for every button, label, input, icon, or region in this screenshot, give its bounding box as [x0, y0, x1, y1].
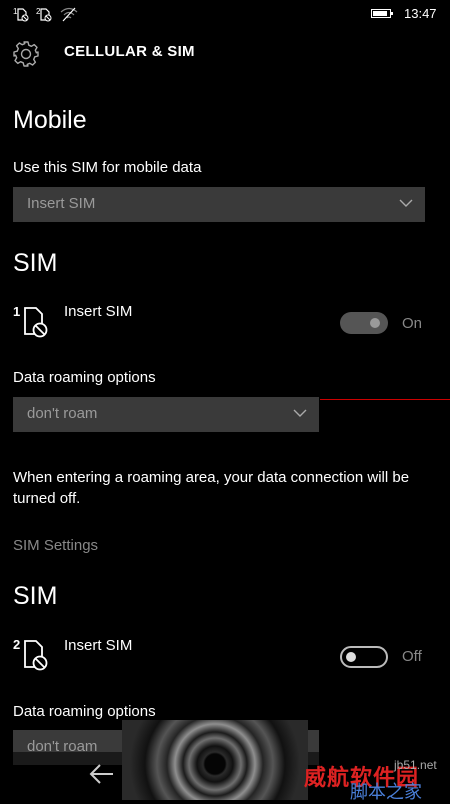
- wifi-no-signal-icon: [60, 7, 78, 22]
- data-sim-label: Use this SIM for mobile data: [13, 159, 202, 176]
- sim-2-no-signal-icon: 2: [36, 7, 52, 22]
- back-arrow-icon[interactable]: [88, 762, 116, 786]
- camera-lens-overlay-image: [122, 720, 308, 800]
- sim-1-no-signal-icon: 1: [13, 7, 29, 22]
- sim1-slot-number: 1: [13, 304, 21, 319]
- sim1-roaming-label: Data roaming options: [13, 369, 156, 386]
- chevron-down-icon: [293, 409, 307, 417]
- sim1-name: Insert SIM: [64, 303, 133, 320]
- sim1-toggle-label: On: [402, 315, 423, 332]
- battery-level: [373, 11, 387, 16]
- mobile-heading: Mobile: [13, 106, 87, 134]
- watermark-url: jb51.net: [394, 758, 437, 772]
- sim1-roaming-note: When entering a roaming area, your data …: [13, 469, 410, 507]
- status-bar: 1 2 13:47: [0, 0, 450, 28]
- data-sim-value: Insert SIM: [27, 195, 96, 212]
- battery-icon: [371, 9, 393, 18]
- sim-card-no-signal-icon: [24, 307, 48, 338]
- sim1-slot-icon: 1: [13, 304, 53, 338]
- sim1-roaming-dropdown[interactable]: don't roam: [13, 397, 319, 432]
- sim2-heading: SIM: [13, 582, 58, 610]
- sim-card-no-signal-icon: [24, 640, 48, 671]
- gear-icon: [13, 41, 39, 67]
- chevron-down-icon: [399, 199, 413, 207]
- data-sim-dropdown[interactable]: Insert SIM: [13, 187, 425, 222]
- sim1-heading: SIM: [13, 249, 58, 277]
- toggle-knob: [370, 318, 380, 328]
- sim2-toggle-label: Off: [402, 648, 422, 665]
- svg-text:1: 1: [13, 7, 18, 16]
- sim2-roaming-label: Data roaming options: [13, 703, 156, 720]
- svg-text:2: 2: [36, 7, 41, 16]
- clock-time: 13:47: [404, 6, 437, 21]
- sim1-roaming-value: don't roam: [27, 405, 98, 422]
- watermark-blue-text: 脚本之家: [350, 782, 422, 803]
- page-title: CELLULAR & SIM: [64, 43, 195, 60]
- sim2-slot-icon: 2: [13, 637, 53, 671]
- sim2-toggle[interactable]: [340, 646, 388, 668]
- sim2-name: Insert SIM: [64, 637, 133, 654]
- sim1-toggle[interactable]: [340, 312, 388, 334]
- toggle-knob: [346, 652, 356, 662]
- sim-settings-link[interactable]: SIM Settings: [13, 537, 98, 554]
- red-divider-line: [320, 399, 450, 400]
- sim2-slot-number: 2: [13, 637, 21, 652]
